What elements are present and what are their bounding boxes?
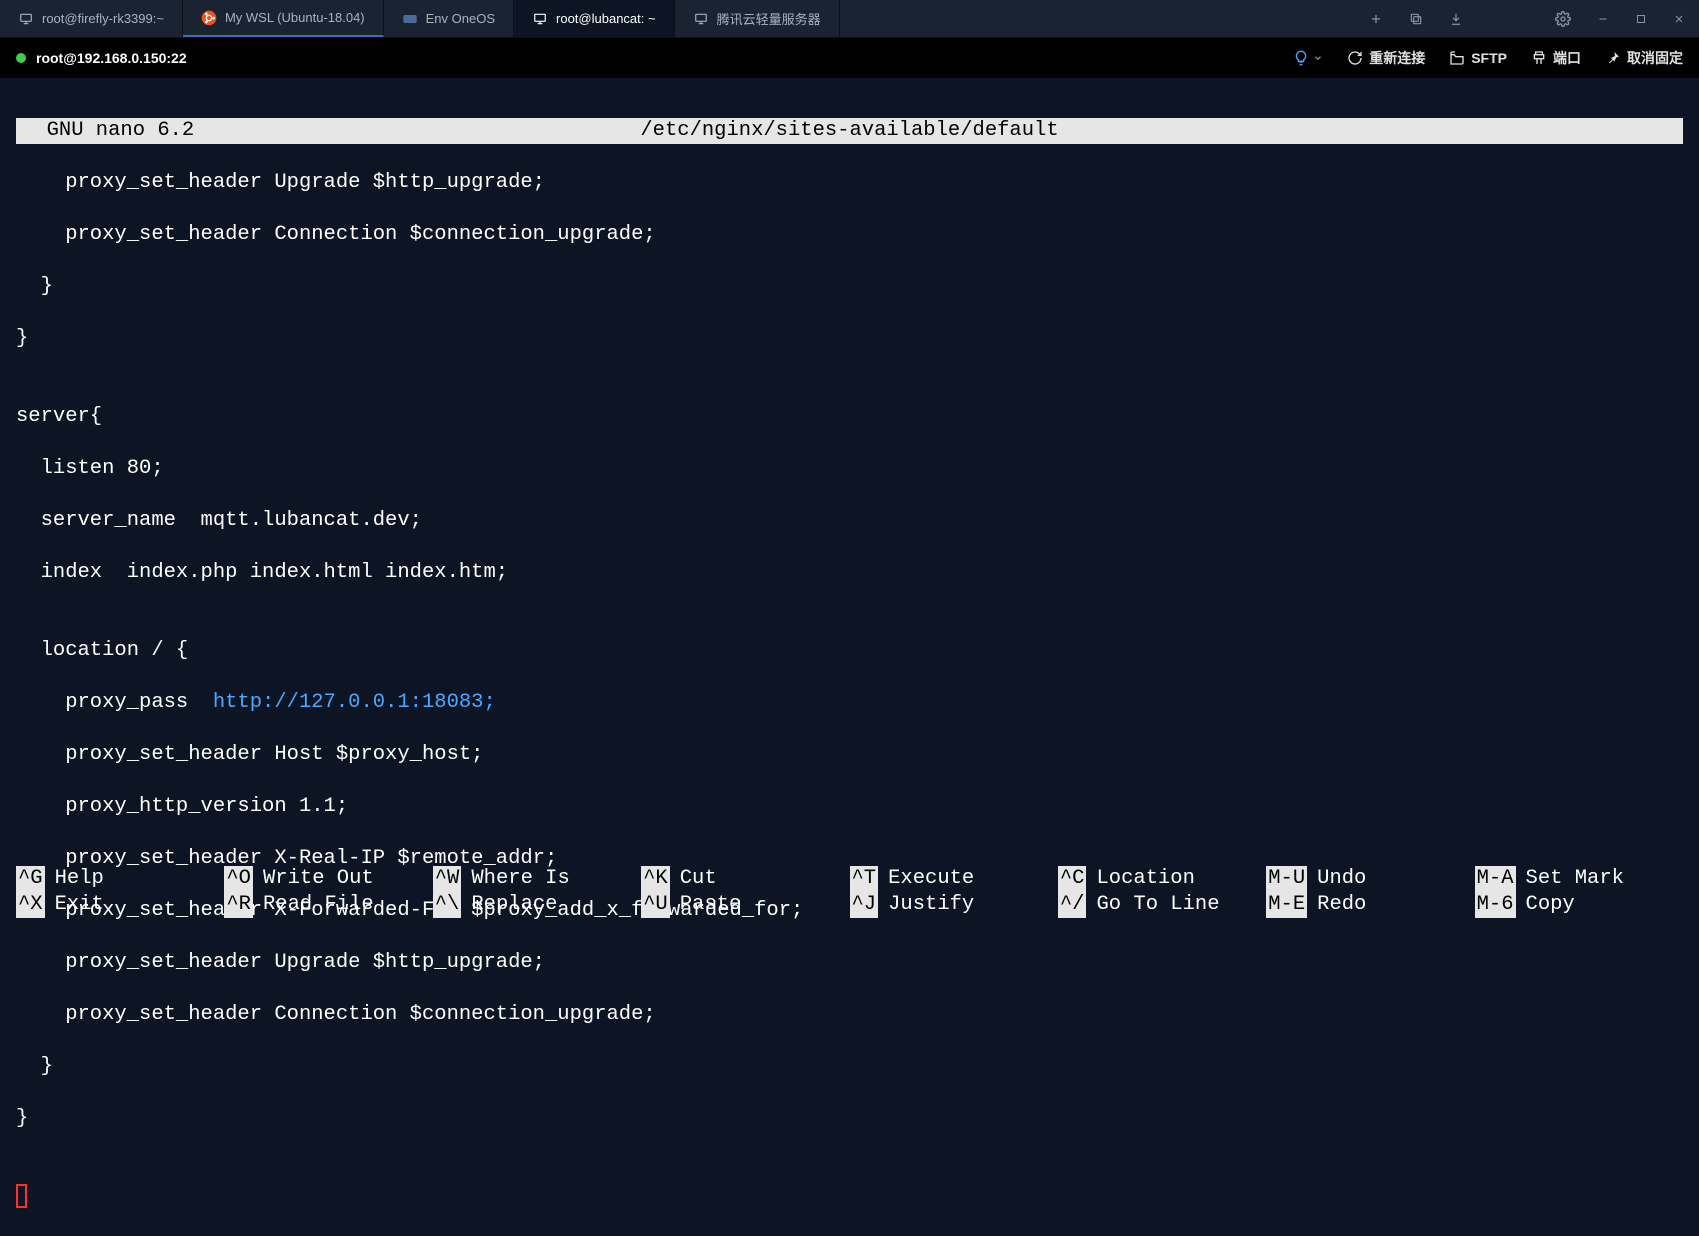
session-title: root@192.168.0.150:22	[36, 50, 187, 66]
session-actions: 重新连接 SFTP 端口 取消固定	[1293, 48, 1683, 68]
nano-filepath: /etc/nginx/sites-available/default	[194, 118, 1505, 144]
port-button[interactable]: 端口	[1531, 48, 1581, 68]
shortcut-setmark[interactable]: M-ASet Mark	[1475, 866, 1683, 892]
tab-label: My WSL (Ubuntu-18.04)	[225, 10, 365, 25]
nano-version: GNU nano 6.2	[22, 118, 194, 144]
shortcut-replace[interactable]: ^\Replace	[433, 892, 641, 918]
monitor-icon	[532, 11, 548, 27]
status-dot-icon	[16, 53, 26, 63]
code-line: proxy_set_header Upgrade $http_upgrade;	[16, 170, 1683, 196]
sftp-label: SFTP	[1471, 50, 1507, 66]
unpin-label: 取消固定	[1627, 48, 1683, 68]
minimize-icon[interactable]	[1597, 13, 1609, 25]
session-bar: root@192.168.0.150:22 重新连接 SFTP 端口 取消固定	[0, 38, 1699, 78]
nano-shortcut-bar: ^GHelp ^OWrite Out ^WWhere Is ^KCut ^TEx…	[16, 866, 1683, 918]
shortcut-writeout[interactable]: ^OWrite Out	[224, 866, 432, 892]
oneos-icon	[402, 11, 418, 27]
code-line: }	[16, 274, 1683, 300]
terminal-pane[interactable]: GNU nano 6.2/etc/nginx/sites-available/d…	[0, 78, 1699, 1236]
cursor-line	[16, 1184, 1683, 1210]
proxy-pass-url: http://127.0.0.1:18083;	[213, 691, 496, 714]
code-line: proxy_pass http://127.0.0.1:18083;	[16, 690, 1683, 716]
code-line: proxy_http_version 1.1;	[16, 794, 1683, 820]
tab-lubancat[interactable]: root@lubancat: ~	[514, 0, 675, 37]
monitor-icon	[18, 11, 34, 27]
download-icon[interactable]	[1449, 12, 1463, 26]
shortcut-redo[interactable]: M-ERedo	[1266, 892, 1474, 918]
shortcut-whereis[interactable]: ^WWhere Is	[433, 866, 641, 892]
shortcut-execute[interactable]: ^TExecute	[850, 866, 1058, 892]
tab-label: root@lubancat: ~	[556, 11, 656, 26]
code-line: index index.php index.html index.htm;	[16, 560, 1683, 586]
footer-row-1: ^GHelp ^OWrite Out ^WWhere Is ^KCut ^TEx…	[16, 866, 1683, 892]
reconnect-button[interactable]: 重新连接	[1347, 48, 1425, 68]
code-line: }	[16, 326, 1683, 352]
reconnect-label: 重新连接	[1369, 48, 1425, 68]
tab-actions	[1355, 11, 1699, 27]
maximize-icon[interactable]	[1635, 13, 1647, 25]
code-line: proxy_set_header Host $proxy_host;	[16, 742, 1683, 768]
shortcut-justify[interactable]: ^JJustify	[850, 892, 1058, 918]
shortcut-copy[interactable]: M-6Copy	[1475, 892, 1683, 918]
code-line: }	[16, 1054, 1683, 1080]
code-line: proxy_set_header Connection $connection_…	[16, 1002, 1683, 1028]
code-line: }	[16, 1106, 1683, 1132]
code-line: server{	[16, 404, 1683, 430]
tab-oneos[interactable]: Env OneOS	[384, 0, 514, 37]
close-icon[interactable]	[1673, 13, 1685, 25]
code-line: server_name mqtt.lubancat.dev;	[16, 508, 1683, 534]
port-label: 端口	[1553, 48, 1581, 68]
tab-tencent[interactable]: 腾讯云轻量服务器	[675, 0, 840, 37]
ubuntu-icon	[201, 10, 217, 26]
footer-row-2: ^XExit ^RRead File ^\Replace ^UPaste ^JJ…	[16, 892, 1683, 918]
tab-label: 腾讯云轻量服务器	[717, 9, 821, 28]
shortcut-readfile[interactable]: ^RRead File	[224, 892, 432, 918]
nano-title-bar: GNU nano 6.2/etc/nginx/sites-available/d…	[16, 118, 1683, 144]
tab-wsl[interactable]: My WSL (Ubuntu-18.04)	[183, 0, 384, 37]
shortcut-help[interactable]: ^GHelp	[16, 866, 224, 892]
cursor-icon	[16, 1184, 27, 1208]
shortcut-exit[interactable]: ^XExit	[16, 892, 224, 918]
settings-icon[interactable]	[1555, 11, 1571, 27]
hint-button[interactable]	[1293, 50, 1323, 66]
tab-firefly[interactable]: root@firefly-rk3399:~	[0, 0, 183, 37]
unpin-button[interactable]: 取消固定	[1605, 48, 1683, 68]
code-line: listen 80;	[16, 456, 1683, 482]
tab-bar: root@firefly-rk3399:~ My WSL (Ubuntu-18.…	[0, 0, 1699, 38]
monitor-icon	[693, 11, 709, 27]
duplicate-tab-icon[interactable]	[1409, 12, 1423, 26]
shortcut-cut[interactable]: ^KCut	[641, 866, 849, 892]
code-line: proxy_set_header Connection $connection_…	[16, 222, 1683, 248]
new-tab-icon[interactable]	[1369, 12, 1383, 26]
tab-label: root@firefly-rk3399:~	[42, 11, 164, 26]
sftp-button[interactable]: SFTP	[1449, 50, 1507, 66]
code-line: proxy_set_header Upgrade $http_upgrade;	[16, 950, 1683, 976]
shortcut-undo[interactable]: M-UUndo	[1266, 866, 1474, 892]
tab-label: Env OneOS	[426, 11, 495, 26]
code-line: location / {	[16, 638, 1683, 664]
shortcut-location[interactable]: ^CLocation	[1058, 866, 1266, 892]
shortcut-paste[interactable]: ^UPaste	[641, 892, 849, 918]
shortcut-gotoline[interactable]: ^/Go To Line	[1058, 892, 1266, 918]
